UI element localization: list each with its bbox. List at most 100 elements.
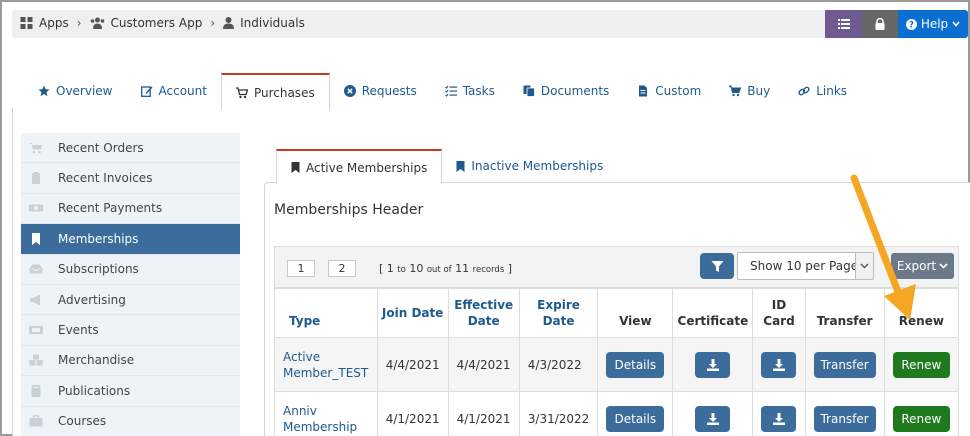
tab-purchases[interactable]: Purchases	[220, 73, 330, 110]
download-icon	[772, 412, 785, 425]
per-page-select[interactable]: Show 10 per Page	[737, 252, 874, 280]
tab-custom[interactable]: Custom	[623, 73, 715, 109]
sidebar-item-merchandise[interactable]: Merchandise	[21, 345, 240, 377]
tab-custom-label: Custom	[655, 84, 702, 98]
breadcrumb-customers-app[interactable]: Customers App	[111, 16, 203, 30]
details-button[interactable]: Details	[606, 405, 665, 432]
sidebar-item-advertising[interactable]: Advertising	[21, 284, 240, 316]
tab-active-memberships-label: Active Memberships	[306, 160, 428, 175]
cart-icon	[29, 142, 42, 153]
pager-bar: 1 2 [ 1 to 10 out of 11 records ] Show 1…	[274, 246, 959, 288]
sidebar-item-recent-payments[interactable]: Recent Payments	[21, 193, 240, 225]
tab-account[interactable]: Account	[127, 73, 221, 109]
cell-effective-date: 4/1/2021	[447, 391, 520, 436]
chevron-right-icon: ›	[76, 16, 82, 30]
tab-tasks[interactable]: Tasks	[431, 73, 509, 109]
cell-renew: Renew	[883, 337, 960, 392]
sidebar-item-recent-orders[interactable]: Recent Orders	[21, 133, 240, 164]
cell-expire-date: 3/31/2022	[518, 391, 599, 436]
breadcrumb-apps[interactable]: Apps	[39, 16, 69, 30]
page-1-button[interactable]: 1	[287, 260, 315, 277]
filter-button[interactable]	[700, 253, 734, 279]
page-2-button[interactable]: 2	[328, 260, 356, 277]
sidebar-item-subscriptions[interactable]: Subscriptions	[21, 254, 240, 285]
clipboard-icon	[32, 172, 40, 185]
export-button[interactable]: Export	[891, 253, 954, 279]
cell-transfer: Transfer	[804, 391, 885, 436]
bookmark-icon	[456, 160, 465, 172]
download-icon	[772, 358, 785, 371]
money-icon	[29, 204, 43, 212]
tab-requests-label: Requests	[361, 84, 417, 98]
breadcrumb-individuals: Individuals	[240, 16, 305, 30]
col-header-certificate: Certificate	[672, 288, 754, 338]
tab-buy[interactable]: Buy	[715, 73, 784, 109]
transfer-button[interactable]: Transfer	[813, 351, 876, 378]
tab-active-memberships[interactable]: Active Memberships	[276, 149, 443, 184]
download-certificate-button[interactable]	[695, 405, 731, 432]
cart-icon	[235, 86, 248, 98]
tab-overview[interactable]: Overview	[24, 73, 127, 109]
col-header-renew: Renew	[883, 288, 960, 338]
col-header-expire-date[interactable]: Expire Date	[518, 288, 599, 338]
cell-type[interactable]: Active Member_TEST	[274, 337, 378, 392]
table-row: Anniv Membership 4/1/2021 4/1/2021 3/31/…	[274, 391, 960, 436]
sidebar-item-label: Courses	[58, 414, 107, 429]
tab-links[interactable]: Links	[784, 73, 861, 109]
book-icon	[31, 384, 41, 397]
tab-requests[interactable]: Requests	[330, 73, 431, 109]
help-button[interactable]: ? Help	[898, 10, 968, 38]
memberships-table: Type Join Date Effective Date Expire Dat…	[274, 288, 960, 436]
tab-inactive-memberships-label: Inactive Memberships	[471, 159, 604, 173]
svg-text:?: ?	[909, 20, 914, 29]
lock-button[interactable]	[862, 10, 898, 38]
cell-certificate	[672, 337, 754, 392]
sidebar-item-label: Memberships	[58, 231, 139, 246]
transfer-button[interactable]: Transfer	[813, 405, 876, 432]
tab-buy-label: Buy	[747, 84, 771, 98]
sidebar-item-publications[interactable]: Publications	[21, 376, 240, 407]
download-id-card-button[interactable]	[761, 351, 797, 378]
cell-type[interactable]: Anniv Membership	[274, 391, 378, 436]
sidebar-item-label: Subscriptions	[58, 262, 139, 277]
tab-links-label: Links	[816, 84, 848, 98]
records-prefix: [ 1	[379, 262, 398, 275]
sidebar-item-courses[interactable]: Courses	[21, 406, 240, 436]
chevron-right-icon: ›	[210, 16, 216, 30]
ticket-icon	[29, 326, 43, 335]
col-header-type[interactable]: Type	[274, 288, 378, 338]
question-circle-icon: ?	[905, 18, 917, 30]
tab-documents[interactable]: Documents	[509, 73, 623, 109]
grid-icon	[20, 17, 33, 29]
renew-button[interactable]: Renew	[892, 405, 950, 432]
renew-button[interactable]: Renew	[892, 351, 950, 378]
bookmark-icon	[291, 162, 300, 173]
tab-tasks-label: Tasks	[462, 84, 495, 98]
records-total: 11	[451, 262, 473, 275]
col-header-effective-date[interactable]: Effective Date	[447, 288, 520, 338]
records-end: ]	[504, 262, 513, 275]
chevron-down-icon	[855, 253, 873, 279]
per-page-value: Show 10 per Page	[750, 259, 859, 273]
download-certificate-button[interactable]	[695, 351, 731, 378]
chevron-down-icon	[939, 263, 948, 269]
col-header-join-date[interactable]: Join Date	[376, 288, 449, 338]
cell-effective-date: 4/4/2021	[447, 337, 520, 392]
file-icon	[639, 85, 648, 97]
sidebar-item-label: Recent Payments	[58, 201, 163, 216]
col-header-transfer: Transfer	[804, 288, 885, 338]
details-button[interactable]: Details	[606, 351, 665, 378]
sidebar-item-memberships[interactable]: Memberships	[21, 224, 240, 255]
sidebar-item-events[interactable]: Events	[21, 315, 240, 346]
sidebar-item-label: Publications	[58, 383, 131, 398]
help-label: Help	[920, 17, 949, 31]
table-row: Active Member_TEST 4/4/2021 4/4/2021 4/3…	[274, 337, 960, 392]
list-button[interactable]	[825, 10, 862, 38]
records-summary: [ 1 to 10 out of 11 records ]	[379, 262, 512, 275]
tab-inactive-memberships[interactable]: Inactive Memberships	[442, 149, 617, 183]
download-id-card-button[interactable]	[761, 405, 797, 432]
main-tabs: Overview Account Purchases Requests Task…	[24, 73, 861, 110]
records-mid: 10	[405, 262, 427, 275]
edit-icon	[140, 86, 152, 97]
sidebar-item-recent-invoices[interactable]: Recent Invoices	[21, 163, 240, 194]
